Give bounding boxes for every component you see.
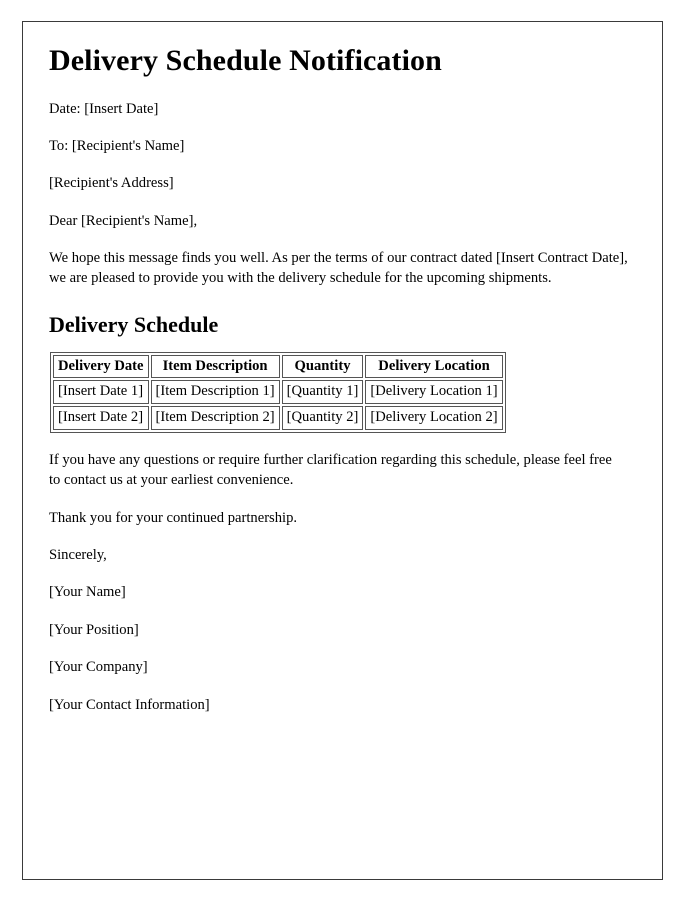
cell-delivery-location: [Delivery Location 1]: [365, 380, 503, 405]
page-title: Delivery Schedule Notification: [49, 44, 442, 77]
column-header-quantity: Quantity: [281, 354, 364, 379]
recipient-name-line: To: [Recipient's Name]: [49, 137, 185, 154]
section-heading-delivery-schedule: Delivery Schedule: [49, 312, 219, 338]
cell-delivery-date: [Insert Date 2]: [53, 406, 149, 431]
column-header-item-description: Item Description: [150, 354, 280, 379]
cell-item-description: [Item Description 2]: [150, 406, 280, 431]
cell-quantity: [Quantity 2]: [281, 406, 364, 431]
closing-paragraph: If you have any questions or require fur…: [49, 452, 612, 488]
column-header-delivery-location: Delivery Location: [365, 354, 503, 379]
cell-delivery-date: [Insert Date 1]: [53, 380, 149, 405]
signoff-line: Sincerely,: [49, 546, 107, 563]
thanks-paragraph: Thank you for your continued partnership…: [49, 509, 298, 526]
date-line: Date: [Insert Date]: [49, 100, 159, 117]
table-header-row: Delivery Date Item Description Quantity …: [53, 354, 503, 379]
table-row: [Insert Date 2] [Item Description 2] [Qu…: [53, 406, 503, 431]
recipient-address-line: [Recipient's Address]: [49, 175, 174, 192]
table-row: [Insert Date 1] [Item Description 1] [Qu…: [53, 380, 503, 405]
document-body: Delivery Schedule Notification Date: [In…: [49, 44, 642, 733]
table-body: [Insert Date 1] [Item Description 1] [Qu…: [53, 380, 503, 431]
delivery-schedule-table: Delivery Date Item Description Quantity …: [50, 351, 506, 434]
document-page-frame: Delivery Schedule Notification Date: [In…: [22, 21, 663, 880]
table-header: Delivery Date Item Description Quantity …: [53, 354, 503, 379]
signature-your-position: [Your Position]: [49, 621, 139, 638]
signature-your-contact-information: [Your Contact Information]: [49, 696, 210, 713]
cell-item-description: [Item Description 1]: [150, 380, 280, 405]
salutation-line: Dear [Recipient's Name],: [49, 212, 198, 229]
column-header-delivery-date: Delivery Date: [53, 354, 149, 379]
cell-delivery-location: [Delivery Location 2]: [365, 406, 503, 431]
signature-your-name: [Your Name]: [49, 584, 126, 601]
intro-paragraph: We hope this message finds you well. As …: [49, 250, 628, 286]
signature-your-company: [Your Company]: [49, 659, 148, 676]
cell-quantity: [Quantity 1]: [281, 380, 364, 405]
